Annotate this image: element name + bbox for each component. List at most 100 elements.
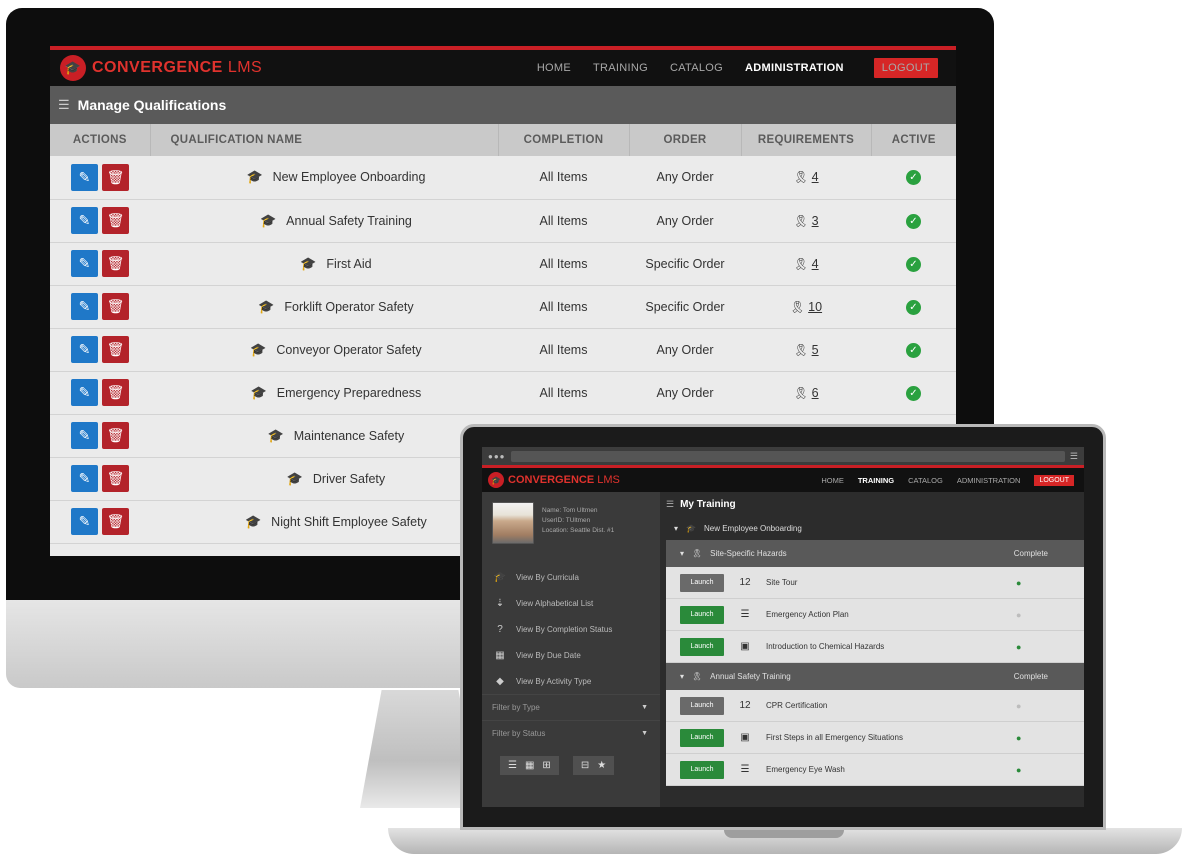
calendar-icon: ▦ — [495, 649, 505, 661]
edit-button[interactable]: ✎ — [71, 293, 98, 320]
launch-button[interactable]: Launch — [680, 605, 724, 624]
hamburger-icon[interactable]: ☰ — [666, 499, 674, 510]
graduation-cap-icon: 🎓 — [250, 384, 267, 400]
requirements-cell: 🎗 4 — [741, 242, 871, 286]
col-order[interactable]: ORDER — [629, 124, 742, 156]
edit-button[interactable]: ✎ — [71, 508, 98, 535]
ribbon-icon: 🎗 — [793, 342, 809, 357]
requirements-count-link[interactable]: 4 — [812, 257, 819, 271]
page-title: My Training — [680, 498, 736, 510]
browser-address-bar[interactable] — [510, 450, 1065, 462]
ribbon-icon: 🎗 — [793, 385, 809, 400]
curriculum-header[interactable]: ▾ 🎓 New Employee Onboarding — [660, 516, 1084, 540]
logout-button[interactable]: LOGOUT — [873, 58, 938, 78]
nav-catalog[interactable]: CATALOG — [670, 62, 723, 74]
sidebar-item[interactable]: ⇣ View Alphabetical List — [482, 590, 660, 616]
graduation-cap-icon: 🎓 — [300, 255, 317, 271]
status-dot-icon: ● — [1016, 609, 1022, 620]
edit-button[interactable]: ✎ — [71, 379, 98, 406]
sidebar-item[interactable]: ▦ View By Due Date — [482, 642, 660, 668]
nav-administration[interactable]: ADMINISTRATION — [745, 62, 844, 74]
trash-icon: 🗑 — [106, 298, 125, 314]
launch-button[interactable]: Launch — [680, 696, 724, 715]
activity-row: Launch 12 CPR Certification ● — [666, 690, 1084, 722]
sidebar-item[interactable]: ◆ View By Activity Type — [482, 668, 660, 694]
section-header[interactable]: ▾ 🎗 Annual Safety Training Complete — [666, 663, 1084, 690]
delete-button[interactable]: 🗑 — [102, 422, 129, 449]
delete-button[interactable]: 🗑 — [102, 465, 129, 492]
edit-button[interactable]: ✎ — [71, 422, 98, 449]
nav-home[interactable]: HOME — [821, 476, 844, 485]
activity-name: First Steps in all Emergency Situations — [766, 733, 903, 742]
requirements-count-link[interactable]: 10 — [808, 300, 822, 314]
large-grid-view-icon[interactable]: ⊞ — [542, 760, 550, 771]
edit-button[interactable]: ✎ — [71, 336, 98, 363]
section-header[interactable]: ▾ 🎗 Site-Specific Hazards Complete — [666, 540, 1084, 567]
calendar-icon: 12 — [739, 700, 751, 711]
requirements-count-link[interactable]: 5 — [812, 343, 819, 357]
sidebar-item-label: View Alphabetical List — [516, 598, 594, 608]
delete-button[interactable]: 🗑 — [102, 163, 129, 191]
sidebar-item[interactable]: ? View By Completion Status — [482, 616, 660, 642]
delete-button[interactable]: 🗑 — [102, 379, 129, 406]
view-toggle-bar: ☰ ▦ ⊞ ⊟ ★ — [482, 746, 660, 785]
logo-suffix: LMS — [597, 474, 620, 486]
nav-home[interactable]: HOME — [537, 62, 571, 74]
requirements-cell: 🎗 3 — [741, 199, 871, 243]
nav-training[interactable]: TRAINING — [593, 62, 648, 74]
delete-button[interactable]: 🗑 — [102, 336, 129, 363]
logo-suffix: LMS — [227, 59, 263, 76]
activity-row: Launch ☰ Emergency Eye Wash ● — [666, 754, 1084, 786]
delete-button[interactable]: 🗑 — [102, 207, 129, 234]
requirements-count-link[interactable]: 4 — [812, 170, 819, 184]
launch-button[interactable]: Launch — [680, 637, 724, 656]
order-cell: Any Order — [629, 156, 741, 200]
logout-button[interactable]: LOGOUT — [1034, 474, 1074, 486]
favorites-view-icon[interactable]: ★ — [597, 760, 606, 771]
requirements-count-link[interactable]: 3 — [812, 214, 819, 228]
browser-menu-icon[interactable]: ☰ — [1070, 451, 1078, 462]
launch-button[interactable]: Launch — [680, 728, 724, 747]
launch-button[interactable]: Launch — [680, 573, 724, 592]
nav-catalog[interactable]: CATALOG — [908, 476, 943, 485]
edit-button[interactable]: ✎ — [71, 465, 98, 492]
requirements-cell: 🎗 5 — [741, 328, 871, 372]
requirements-count-link[interactable]: 6 — [812, 386, 819, 400]
tree-view-icon[interactable]: ⊟ — [581, 760, 589, 771]
col-requirements[interactable]: REQUIREMENTS — [741, 124, 872, 156]
trash-icon: 🗑 — [106, 255, 125, 271]
graduation-cap-logo-icon: 🎓 — [60, 55, 86, 81]
desktop-logo[interactable]: 🎓 CONVERGENCE LMS — [60, 55, 262, 81]
filter-by-type-select[interactable]: Filter by Type ▼ — [482, 694, 660, 720]
sidebar-item-label: View By Curricula — [516, 572, 579, 582]
delete-button[interactable]: 🗑 — [102, 250, 129, 277]
sidebar-item-label: View By Activity Type — [516, 676, 592, 686]
active-cell: ✓ — [871, 199, 956, 243]
edit-button[interactable]: ✎ — [71, 207, 98, 234]
delete-button[interactable]: 🗑 — [102, 508, 129, 535]
hamburger-icon[interactable]: ☰ — [58, 97, 70, 113]
edit-button[interactable]: ✎ — [71, 250, 98, 277]
edit-icon: ✎ — [78, 427, 91, 443]
nav-training[interactable]: TRAINING — [858, 476, 894, 485]
table-row: ✎ 🗑 🎓 New Employee Onboarding All Items A… — [50, 156, 956, 200]
question-icon: ? — [497, 623, 503, 635]
list-view-icon[interactable]: ☰ — [508, 760, 517, 771]
edit-icon: ✎ — [78, 470, 91, 486]
training-sidebar: Name: Tom Ultmen UserID: TUltmen Locatio… — [482, 492, 660, 807]
browser-window-controls-icon[interactable]: ●●● — [488, 452, 506, 461]
nav-administration[interactable]: ADMINISTRATION — [957, 476, 1021, 485]
sidebar-item[interactable]: 🎓 View By Curricula — [482, 564, 660, 590]
edit-icon: ✎ — [78, 168, 91, 185]
launch-button[interactable]: Launch — [680, 760, 724, 779]
edit-button[interactable]: ✎ — [71, 163, 98, 191]
training-sections: ▾ 🎗 Site-Specific Hazards Complete Launch… — [660, 540, 1084, 786]
col-qualification-name[interactable]: QUALIFICATION NAME — [150, 124, 499, 156]
col-completion[interactable]: COMPLETION — [498, 124, 630, 156]
delete-button[interactable]: 🗑 — [102, 293, 129, 320]
active-cell: ✓ — [871, 156, 956, 200]
col-active[interactable]: ACTIVE — [871, 124, 956, 156]
activity-name: Emergency Action Plan — [766, 610, 849, 619]
small-grid-view-icon[interactable]: ▦ — [525, 760, 534, 771]
filter-by-status-select[interactable]: Filter by Status ▼ — [482, 720, 660, 746]
